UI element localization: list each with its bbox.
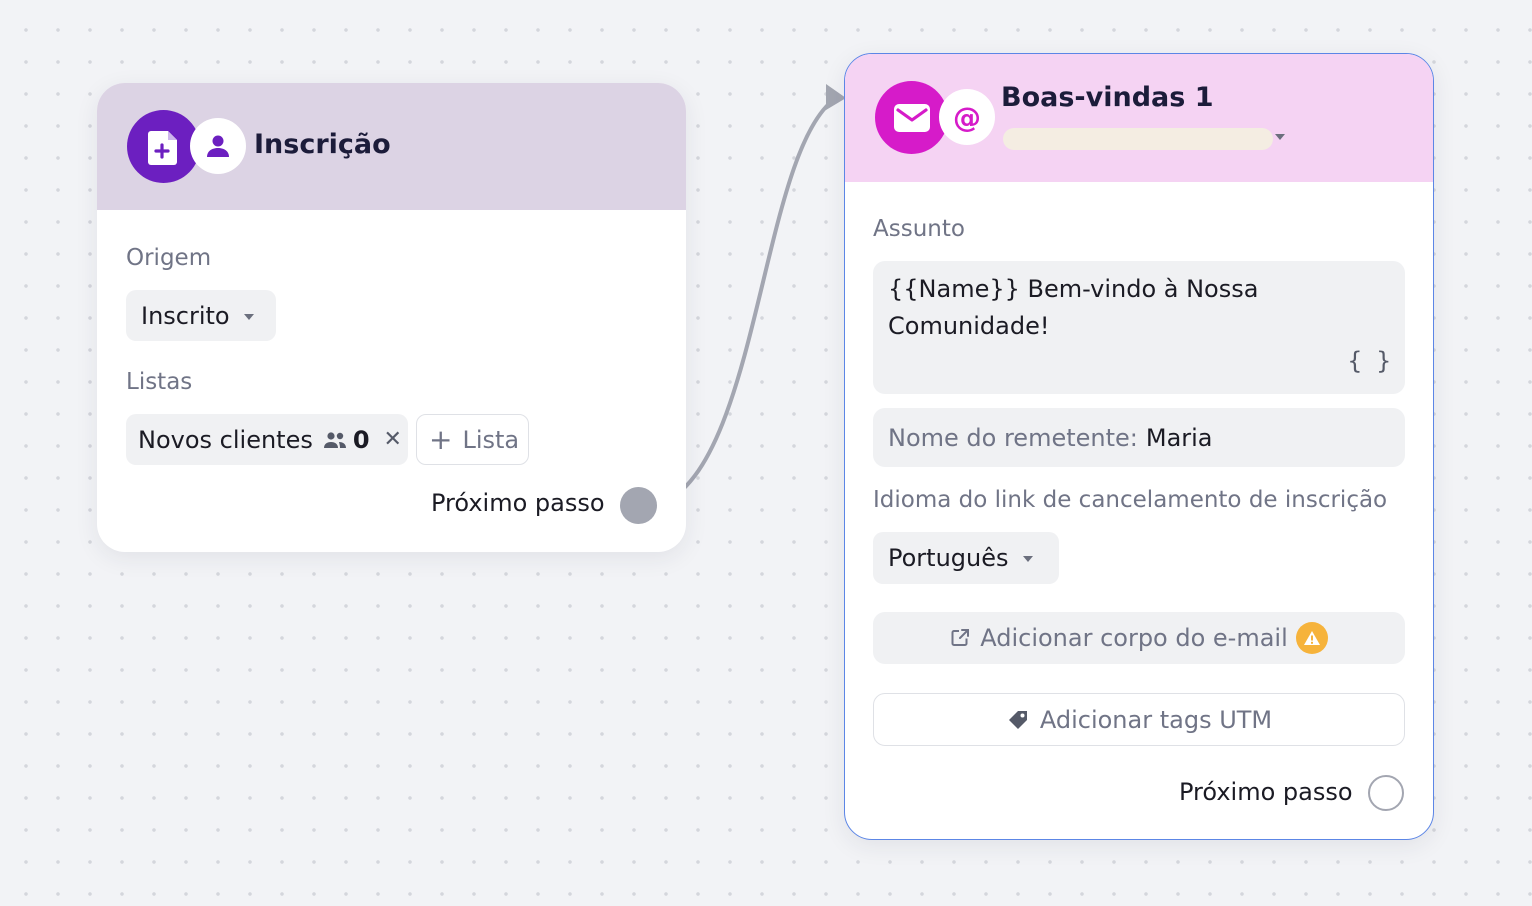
add-utm-tags-label: Adicionar tags UTM (1039, 705, 1273, 734)
list-chip[interactable]: Novos clientes 0 ✕ (126, 414, 408, 465)
origin-dropdown[interactable]: Inscrito (126, 290, 276, 341)
add-utm-tags-button[interactable]: Adicionar tags UTM (873, 693, 1405, 746)
sender-name-field[interactable]: Nome do remetente: Maria (873, 408, 1405, 467)
chevron-down-icon (243, 313, 254, 320)
next-step-label: Próximo passo (431, 489, 605, 517)
tag-icon (1006, 708, 1030, 732)
add-email-body-button[interactable]: Adicionar corpo do e-mail (873, 612, 1405, 664)
sender-name-value: Maria (1145, 423, 1213, 452)
email-node-header: @ Boas-vindas 1 (845, 54, 1433, 182)
add-list-button[interactable]: + Lista (416, 414, 529, 465)
plus-icon: + (429, 423, 453, 456)
envelope-icon (875, 81, 948, 154)
origin-value: Inscrito (141, 301, 230, 330)
subscription-node[interactable]: Inscrição Origem Inscrito Listas Novos c… (97, 83, 686, 552)
next-step-connector-handle[interactable] (620, 487, 657, 524)
subject-text: {{Name}} Bem-vindo à Nossa Comunidade! (888, 275, 1259, 340)
add-email-body-label: Adicionar corpo do e-mail (980, 624, 1288, 652)
subject-input[interactable]: {{Name}} Bem-vindo à Nossa Comunidade! {… (873, 261, 1405, 394)
chevron-down-icon (1022, 556, 1033, 562)
list-member-count: 0 (352, 425, 370, 454)
warning-icon (1295, 622, 1328, 654)
origin-label: Origem (126, 245, 212, 271)
node-title[interactable]: Inscrição (254, 129, 391, 160)
list-chip-name: Novos clientes (138, 425, 313, 454)
sender-name-prefix: Nome do remetente: (888, 423, 1138, 452)
add-list-label: Lista (462, 425, 520, 454)
lists-label: Listas (126, 369, 193, 395)
unsubscribe-language-dropdown[interactable]: Português (873, 532, 1059, 584)
email-node[interactable]: @ Boas-vindas 1 Assunto {{Name}} Bem-vin… (844, 53, 1434, 840)
close-icon[interactable]: ✕ (384, 427, 402, 452)
sender-email-redacted (1003, 128, 1273, 150)
subscription-node-header: Inscrição (97, 83, 686, 210)
person-icon (190, 118, 246, 174)
variables-braces-icon[interactable]: { } (1348, 343, 1391, 380)
external-edit-icon (950, 628, 970, 648)
unsubscribe-language-label: Idioma do link de cancelamento de inscri… (873, 487, 1388, 513)
people-icon (323, 431, 347, 449)
flow-canvas[interactable]: Inscrição Origem Inscrito Listas Novos c… (0, 0, 1532, 906)
chevron-down-icon[interactable] (1275, 134, 1285, 140)
next-step-connector-handle[interactable] (1368, 775, 1404, 811)
at-sign-icon: @ (939, 89, 995, 145)
next-step-label: Próximo passo (1179, 778, 1353, 806)
unsubscribe-language-value: Português (888, 544, 1009, 572)
connector-arrow-icon (826, 84, 846, 110)
subject-label: Assunto (873, 216, 965, 242)
node-title[interactable]: Boas-vindas 1 (1001, 82, 1214, 113)
